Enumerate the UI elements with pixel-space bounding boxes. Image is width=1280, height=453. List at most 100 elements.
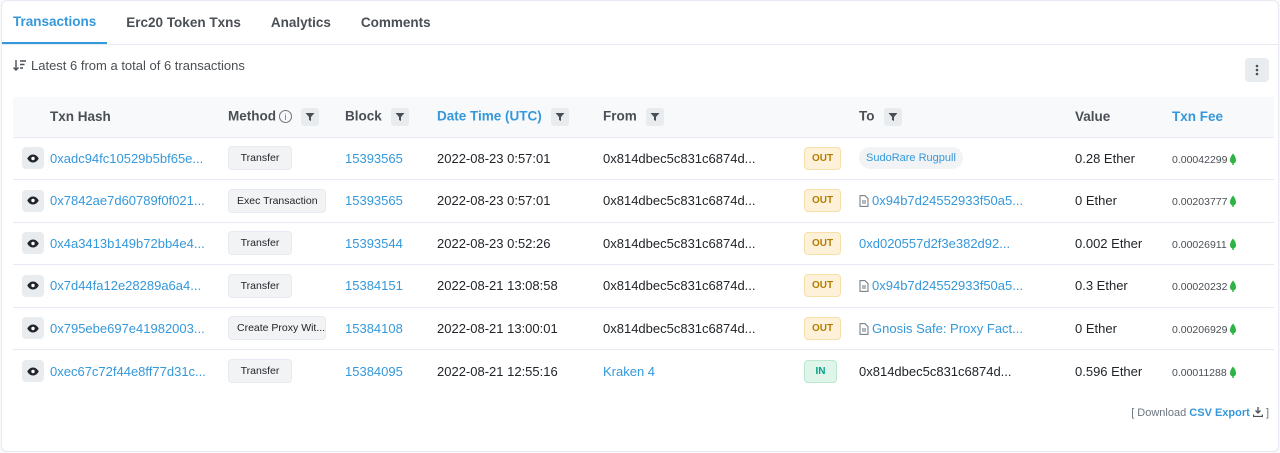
filter-icon[interactable]: [883, 107, 902, 126]
contract-icon: [859, 195, 869, 208]
to-address-link[interactable]: Gnosis Safe: Proxy Fact...: [872, 321, 1023, 336]
to-address-link[interactable]: 0x94b7d24552933f50a5...: [872, 193, 1023, 208]
filter-icon[interactable]: [301, 107, 319, 126]
date-time: 2022-08-23 0:52:26: [437, 235, 551, 251]
table-row: 0x795ebe697e41982003... Create Proxy Wit.…: [13, 307, 1274, 350]
kebab-icon: [1255, 64, 1259, 76]
col-block: Block: [345, 97, 437, 138]
direction-badge: OUT: [804, 316, 842, 340]
txn-hash-link[interactable]: 0x7842ae7d60789f0f021...: [50, 193, 205, 208]
sort-icon: [13, 60, 26, 71]
from-address: 0x814dbec5c831c6874d...: [603, 150, 756, 166]
txn-hash-link[interactable]: 0xadc94fc10529b5bf65e...: [50, 151, 203, 166]
block-link[interactable]: 15384108: [345, 321, 403, 336]
to-address-link[interactable]: 0xd020557d2f3e382d92...: [859, 236, 1010, 251]
date-time: 2022-08-23 0:57:01: [437, 150, 551, 166]
to-name-tag[interactable]: SudoRare Rugpull: [859, 147, 963, 170]
table-header-row: Txn Hash Method i Block Date Time (UTC) F…: [13, 97, 1274, 138]
value: 0.596 Ether: [1075, 363, 1143, 379]
eye-icon[interactable]: [22, 147, 44, 170]
method-badge: Create Proxy Wit...: [228, 316, 326, 341]
txn-hash-link[interactable]: 0x7d44fa12e28289a6a4...: [50, 278, 201, 293]
eye-icon[interactable]: [22, 360, 44, 382]
direction-badge: OUT: [804, 231, 842, 255]
txn-fee: 0.00020232: [1172, 281, 1228, 294]
gas-icon: [1229, 366, 1236, 378]
info-icon[interactable]: i: [279, 110, 292, 124]
col-from: From: [603, 97, 804, 138]
direction-badge: OUT: [804, 274, 842, 298]
direction-badge: IN: [804, 359, 837, 383]
table-row: 0x4a3413b149b72bb4e4... Transfer 15393544 2…: [13, 222, 1274, 265]
transactions-card: Transactions Erc20 Token Txns Analytics …: [1, 0, 1279, 452]
from-address: 0x814dbec5c831c6874d...: [603, 320, 756, 336]
from-address: 0x814dbec5c831c6874d...: [603, 193, 756, 209]
eye-icon[interactable]: [22, 232, 44, 255]
method-badge: Transfer: [228, 231, 292, 256]
col-txn-hash: Txn Hash: [50, 97, 228, 138]
date-time: 2022-08-21 12:55:16: [437, 363, 558, 379]
date-time: 2022-08-21 13:00:01: [437, 320, 558, 336]
method-badge: Transfer: [228, 273, 292, 298]
summary-text: Latest 6 from a total of 6 transactions: [31, 58, 245, 73]
direction-badge: OUT: [804, 146, 842, 170]
tab-analytics[interactable]: Analytics: [260, 1, 342, 44]
to-address-link[interactable]: 0x94b7d24552933f50a5...: [872, 278, 1023, 293]
from-address: 0x814dbec5c831c6874d...: [603, 235, 756, 251]
tab-bar: Transactions Erc20 Token Txns Analytics …: [2, 1, 1278, 45]
block-link[interactable]: 15393544: [345, 236, 403, 251]
summary-line: Latest 6 from a total of 6 transactions: [13, 58, 245, 73]
table-row: 0xadc94fc10529b5bf65e... Transfer 15393565…: [13, 137, 1274, 180]
col-method: Method i: [228, 97, 345, 138]
table-row: 0x7842ae7d60789f0f021... Exec Transaction…: [13, 179, 1274, 223]
col-to: To: [859, 97, 1075, 138]
txn-fee: 0.00042299: [1172, 153, 1228, 166]
eye-icon[interactable]: [22, 317, 44, 340]
block-link[interactable]: 15384151: [345, 278, 403, 293]
tab-erc20-token-txns[interactable]: Erc20 Token Txns: [115, 1, 252, 44]
tab-comments[interactable]: Comments: [350, 1, 442, 44]
txn-fee: 0.00203777: [1172, 196, 1228, 209]
col-txn-fee[interactable]: Txn Fee: [1172, 97, 1274, 138]
from-address[interactable]: Kraken 4: [603, 364, 655, 379]
txn-hash-link[interactable]: 0x4a3413b149b72bb4e4...: [50, 236, 205, 251]
eye-icon[interactable]: [22, 274, 44, 297]
value: 0.3 Ether: [1075, 278, 1128, 294]
block-link[interactable]: 15393565: [345, 193, 403, 208]
tab-transactions[interactable]: Transactions: [2, 1, 108, 44]
table-row: 0xec67c72f44e8ff77d31c... Transfer 1538409…: [13, 350, 1274, 393]
eye-icon[interactable]: [22, 189, 44, 212]
transactions-table: Txn Hash Method i Block Date Time (UTC) F…: [13, 97, 1274, 392]
table-row: 0x7d44fa12e28289a6a4... Transfer 15384151 2…: [13, 264, 1274, 308]
download-icon[interactable]: [1252, 407, 1264, 418]
method-badge: Exec Transaction: [228, 188, 326, 213]
txn-hash-link[interactable]: 0xec67c72f44e8ff77d31c...: [50, 364, 206, 379]
date-time: 2022-08-21 13:08:58: [437, 278, 558, 294]
col-date-time[interactable]: Date Time (UTC): [437, 97, 603, 138]
filter-icon[interactable]: [645, 107, 664, 126]
filter-icon[interactable]: [550, 107, 569, 126]
txn-fee: 0.00011288: [1172, 366, 1227, 379]
value: 0 Ether: [1075, 320, 1117, 336]
method-badge: Transfer: [228, 359, 292, 383]
txn-fee: 0.00026911: [1172, 238, 1227, 251]
direction-badge: OUT: [804, 189, 842, 213]
col-value: Value: [1075, 97, 1172, 138]
gas-icon: [1230, 195, 1237, 208]
date-time: 2022-08-23 0:57:01: [437, 193, 551, 209]
block-link[interactable]: 15384095: [345, 364, 403, 379]
gas-icon: [1230, 323, 1237, 335]
more-options-button[interactable]: [1245, 58, 1269, 82]
gas-icon: [1229, 238, 1236, 250]
gas-icon: [1230, 280, 1237, 293]
method-badge: Transfer: [228, 146, 292, 171]
value: 0.28 Ether: [1075, 150, 1135, 166]
txn-fee: 0.00206929: [1172, 323, 1228, 336]
block-link[interactable]: 15393565: [345, 151, 403, 166]
csv-download: [ Download CSV Export ]: [1131, 407, 1269, 419]
gas-icon: [1230, 153, 1237, 165]
csv-export-link[interactable]: CSV Export: [1189, 407, 1250, 419]
value: 0.002 Ether: [1075, 235, 1143, 251]
txn-hash-link[interactable]: 0x795ebe697e41982003...: [50, 321, 205, 336]
filter-icon[interactable]: [390, 107, 409, 126]
